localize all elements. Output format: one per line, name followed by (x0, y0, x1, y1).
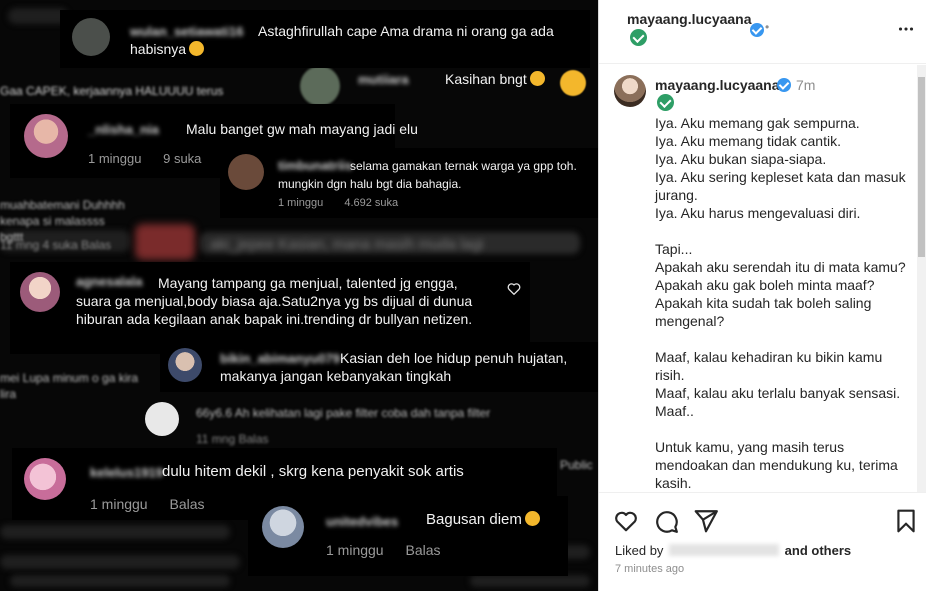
comment-time: 1 minggu (278, 197, 324, 209)
comment-time: 1 minggu (88, 151, 142, 166)
avatar (145, 402, 179, 436)
comment-time: 1 minggu (90, 496, 148, 512)
caption-line: Iya. Aku harus mengevaluasi diri. (655, 205, 861, 221)
emoji-icon (524, 511, 540, 526)
comment-card: agnesalala Mayang tampang ga menjual, ta… (10, 262, 530, 354)
comment-text: Kasian deh loe hidup penuh hujatan, maka… (220, 350, 568, 384)
reply-link[interactable]: Balas (169, 496, 204, 512)
comment-meta: 1 minggu 4.692 suka (278, 197, 416, 209)
blurred-row (8, 8, 68, 24)
caption-line: Apakah kita sudah tak boleh saling menge… (655, 295, 872, 329)
comment-text: Astaghfirullah cape Ama drama ni orang g… (130, 23, 554, 57)
post-side-panel: mayaang.lucyaana • mayaang.lucyaana 7m I… (598, 0, 926, 591)
post-header: mayaang.lucyaana • (599, 0, 926, 64)
background-comment-fragment: aki_jepee Kasian, mana masih muda lagi (210, 236, 484, 253)
comment-time: 1 minggu (326, 542, 384, 558)
green-check-icon (630, 29, 647, 46)
comment-text: Mayang tampang ga menjual, talented jg e… (76, 275, 473, 327)
avatar (20, 272, 60, 312)
separator-dot: • (765, 20, 770, 34)
comment-username: kelelus1919 (90, 465, 164, 480)
caption-line: Iya. Aku sering kepleset kata dan masuk … (655, 169, 906, 203)
caption-line: Maaf.. (655, 403, 694, 419)
caption-line: Iya. Aku bukan siapa-siapa. (655, 151, 827, 167)
scrollbar-thumb[interactable] (918, 77, 925, 257)
comment-card: mutiiara Kasihan bngt (350, 66, 590, 94)
post-timestamp[interactable]: 7 minutes ago (615, 563, 684, 575)
post-actions: Liked by and others 7 minutes ago (599, 492, 926, 591)
avatar[interactable] (614, 75, 646, 107)
comment-username: mutiiara (358, 72, 409, 87)
comment-username: _nlisha_nia (88, 122, 159, 137)
comment-likes[interactable]: 9 suka (163, 151, 201, 166)
comment-username: unitedvibes (326, 514, 399, 529)
caption-text: Iya. Aku memang gak sempurna. Iya. Aku m… (655, 114, 907, 492)
blurred-row (470, 575, 590, 587)
comment-text: Kasihan bngt (445, 70, 545, 88)
caption-line: Apakah aku serendah itu di mata kamu? (655, 259, 906, 275)
caption-line: Tapi... (655, 241, 693, 257)
emoji-icon (189, 41, 205, 56)
caption-line: Apakah aku gak boleh minta maaf? (655, 277, 875, 293)
emoji-icon (529, 71, 545, 86)
avatar (24, 114, 68, 158)
comment-text: selama gamakan ternak warga ya gpp toh. … (278, 159, 577, 191)
reply-link[interactable]: Balas (405, 542, 440, 558)
comment-text: Malu banget gw mah mayang jadi elu (186, 121, 418, 137)
background-comment-fragment: 66y6.6 Ah kelihatan lagi pake filter cob… (196, 406, 491, 420)
background-comment-fragment: Public (560, 458, 593, 472)
share-send-icon[interactable] (693, 508, 719, 534)
background-comment-fragment: 11 mng 4 suka Balas (0, 238, 112, 252)
comment-likes[interactable]: 4.692 suka (344, 197, 398, 209)
verified-badge-icon (777, 78, 791, 92)
background-comment-fragment: mei Lupa minum o ga kira lira (0, 371, 139, 401)
header-username[interactable]: mayaang.lucyaana (627, 11, 752, 27)
comment-meta: 1 minggu 9 suka (88, 151, 219, 166)
blurred-row (0, 555, 240, 569)
comment-meta: 1 minggu Balas (90, 496, 223, 512)
avatar (300, 66, 340, 106)
caption-line: Iya. Aku memang tidak cantik. (655, 133, 841, 149)
heart-icon[interactable] (507, 282, 521, 295)
blurred-row (10, 575, 230, 587)
verified-badge-icon (750, 23, 764, 37)
background-comment-fragment: 11 mng Balas (196, 432, 269, 446)
blurred-row (0, 525, 230, 539)
caption-line: Maaf, kalau aku terlalu banyak sensasi. (655, 385, 901, 401)
comment-card: wulan_setiawati16 Astaghfirullah cape Am… (60, 10, 590, 68)
comment-meta: 1 minggu Balas (326, 542, 459, 558)
comment-card: unitedvibes Bagusan diem 1 minggu Balas (248, 496, 568, 576)
caption-line: Untuk kamu, yang masih terus mendoakan d… (655, 439, 898, 491)
avatar (24, 458, 66, 500)
save-bookmark-icon[interactable] (893, 508, 919, 534)
comment-bubble-icon[interactable] (653, 508, 679, 534)
caption-scrollbar[interactable] (917, 65, 926, 492)
comment-text: Bagusan diem (426, 511, 540, 529)
caption-area: mayaang.lucyaana 7m Iya. Aku memang gak … (599, 65, 915, 492)
liked-by-others[interactable]: and others (785, 543, 851, 558)
more-options-icon[interactable] (895, 18, 917, 40)
avatar (262, 506, 304, 548)
avatar (72, 18, 110, 56)
green-check-icon (657, 94, 674, 111)
caption-line: Iya. Aku memang gak sempurna. (655, 115, 860, 131)
liked-by-text[interactable]: Liked by and others (615, 543, 851, 558)
comment-text: dulu hitem dekil , skrg kena penyakit so… (162, 463, 464, 480)
avatar (135, 224, 195, 260)
caption-time: 7m (796, 77, 816, 93)
comment-card: bikin_abimanyu079 Kasian deh loe hidup p… (160, 342, 598, 392)
like-heart-icon[interactable] (613, 508, 639, 534)
liked-by-prefix: Liked by (615, 543, 664, 558)
caption-username[interactable]: mayaang.lucyaana (655, 77, 780, 93)
blurred-liker-name (669, 544, 780, 556)
avatar (228, 154, 264, 190)
caption-line: Maaf, kalau kehadiran ku bikin kamu risi… (655, 349, 883, 383)
comment-card: timbunatriis selama gamakan ternak warga… (220, 148, 598, 218)
background-comment-fragment: Gaa CAPEK, kerjaannya HALUUUU terus (0, 84, 224, 98)
avatar (168, 348, 202, 382)
post-media-collage: Gaa CAPEK, kerjaannya HALUUUU terus muah… (0, 0, 598, 591)
